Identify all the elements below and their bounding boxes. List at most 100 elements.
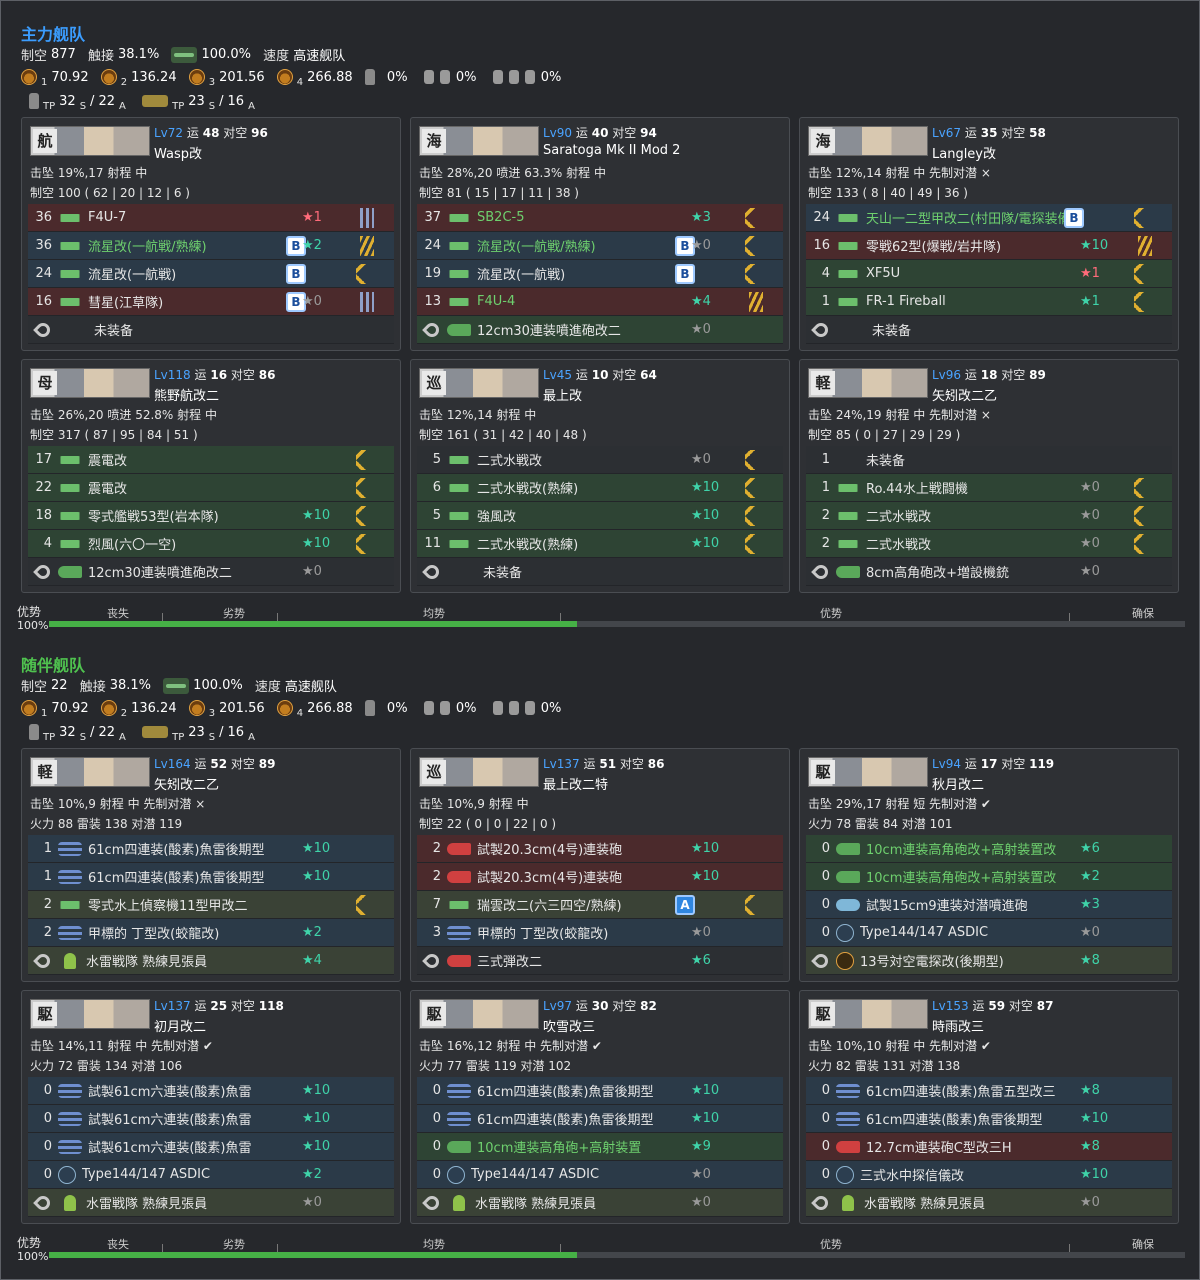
equipment-slot[interactable]: 0 試製15cm9連装対潜噴進砲 ★3 (806, 891, 1172, 919)
equipment-name: 甲標的 丁型改(蛟龍改) (477, 927, 609, 942)
ship-card[interactable]: 母 Lv118 运 16 对空 86 熊野航改二 击坠 26%,20 喷进 52.8%… (21, 359, 401, 593)
proficiency-icon (1134, 477, 1152, 498)
equipment-slot[interactable]: 0 61cm四連装(酸素)魚雷後期型 ★10 (417, 1105, 783, 1133)
equipment-slot[interactable]: 1 61cm四連装(酸素)魚雷後期型 ★10 (28, 863, 394, 891)
ship-name[interactable]: 最上改 (543, 385, 582, 404)
slot-count: 19 (424, 266, 441, 281)
equipment-slot[interactable]: 水雷戦隊 熟練見張員 ★0 (806, 1189, 1172, 1217)
equipment-slot[interactable]: 1 FR-1 Fireball ★1 (806, 288, 1172, 316)
equipment-slot[interactable]: 0 三式水中探信儀改 ★10 (806, 1161, 1172, 1189)
equipment-slot[interactable]: 18 零式艦戦53型(岩本隊) ★10 (28, 502, 394, 530)
equipment-slot[interactable]: 0 10cm連装高角砲+高射装置 ★9 (417, 1133, 783, 1161)
equipment-slot[interactable]: 1 61cm四連装(酸素)魚雷後期型 ★10 (28, 835, 394, 863)
equipment-name: 試製20.3cm(4号)連装砲 (477, 843, 623, 858)
ship-card[interactable]: 巡 Lv137 运 51 对空 86 最上改二特 击坠 10%,9 射程 中制空 22… (410, 748, 790, 982)
equipment-slot[interactable]: 13号対空電探改(後期型) ★8 (806, 947, 1172, 975)
equipment-slot[interactable]: 5 強風改 ★10 (417, 502, 783, 530)
equipment-slot[interactable]: 0 試製61cm六連装(酸素)魚雷 ★10 (28, 1105, 394, 1133)
equipment-slot[interactable]: 0 61cm四連装(酸素)魚雷後期型 ★10 (417, 1077, 783, 1105)
wrench-icon (811, 1192, 831, 1213)
ship-card[interactable]: 航 Lv72 运 48 对空 96 Wasp改 击坠 19%,17 射程 中制空 10… (21, 117, 401, 351)
equipment-slot[interactable]: 19 流星改(一航戦) B (417, 260, 783, 288)
improvement-star-icon: ★0 (302, 564, 322, 579)
equipment-slot[interactable]: 0 試製61cm六連装(酸素)魚雷 ★10 (28, 1133, 394, 1161)
ship-name[interactable]: 時雨改三 (932, 1016, 984, 1035)
equipment-slot[interactable]: 2 二式水戦改 ★0 (806, 530, 1172, 558)
equipment-slot[interactable]: 2 零式水上偵察機11型甲改二 (28, 891, 394, 919)
equipment-slot[interactable]: 0 10cm連装高角砲改+高射装置改 ★6 (806, 835, 1172, 863)
equipment-slot[interactable]: 2 試製20.3cm(4号)連装砲 ★10 (417, 863, 783, 891)
equipment-slot[interactable]: 8cm高角砲改+増設機銃 ★0 (806, 558, 1172, 586)
equipment-slot[interactable]: 水雷戦隊 熟練見張員 ★0 (417, 1189, 783, 1217)
ship-card[interactable]: 駆 Lv97 运 30 对空 82 吹雪改三 击坠 16%,12 射程 中 先制对潜 … (410, 990, 790, 1224)
equipment-slot[interactable]: 11 二式水戦改(熟練) ★10 (417, 530, 783, 558)
ship-card[interactable]: 巡 Lv45 运 10 对空 64 最上改 击坠 12%,14 射程 中制空 161 … (410, 359, 790, 593)
ship-name[interactable]: 矢矧改二乙 (154, 774, 219, 793)
drum-icon (439, 70, 450, 84)
equipment-slot[interactable]: 5 二式水戦改 ★0 (417, 446, 783, 474)
equipment-slot[interactable]: 1 Ro.44水上戦闘機 ★0 (806, 474, 1172, 502)
equipment-slot[interactable]: 0 61cm四連装(酸素)魚雷後期型 ★10 (806, 1105, 1172, 1133)
ship-name[interactable]: 熊野航改二 (154, 385, 219, 404)
equipment-slot[interactable]: 2 試製20.3cm(4号)連装砲 ★10 (417, 835, 783, 863)
equipment-slot[interactable]: 24 流星改(一航戦/熟練) B ★0 (417, 232, 783, 260)
equipment-slot[interactable]: 17 震電改 (28, 446, 394, 474)
equipment-slot[interactable]: 0 Type144/147 ASDIC ★0 (806, 919, 1172, 947)
equipment-slot[interactable]: 37 SB2C-5 ★3 (417, 204, 783, 232)
wrench-icon (811, 561, 831, 582)
equipment-slot[interactable]: 2 二式水戦改 ★0 (806, 502, 1172, 530)
equipment-slot[interactable]: 0 Type144/147 ASDIC ★0 (417, 1161, 783, 1189)
equipment-slot[interactable]: 0 61cm四連装(酸素)魚雷五型改三 ★8 (806, 1077, 1172, 1105)
equipment-slot[interactable]: 7 瑞雲改二(六三四空/熟練) A (417, 891, 783, 919)
ship-name[interactable]: 矢矧改二乙 (932, 385, 997, 404)
equipment-slot[interactable]: 12cm30連装噴進砲改二 ★0 (417, 316, 783, 344)
equipment-slot[interactable]: 0 10cm連装高角砲改+高射装置改 ★2 (806, 863, 1172, 891)
equipment-slot[interactable]: 1 未装备 (806, 446, 1172, 474)
improvement-star-icon: ★0 (1080, 508, 1100, 523)
ap-value: 201.56 (219, 69, 265, 85)
ship-name[interactable]: 秋月改二 (932, 774, 984, 793)
ship-name[interactable]: Saratoga Mk II Mod 2 (543, 143, 680, 158)
ship-card[interactable]: 駆 Lv94 运 17 对空 119 秋月改二 击坠 29%,17 射程 短 先制对潜… (799, 748, 1179, 982)
ship-name[interactable]: 初月改二 (154, 1016, 206, 1035)
equipment-slot[interactable]: 22 震電改 (28, 474, 394, 502)
drum-icon (492, 70, 503, 84)
ship-card[interactable]: 海 Lv67 运 35 对空 58 Langley改 击坠 12%,14 射程 中 先… (799, 117, 1179, 351)
equipment-name: 水雷戦隊 熟練見張員 (86, 1197, 208, 1212)
ship-card[interactable]: 軽 Lv164 运 52 对空 89 矢矧改二乙 击坠 10%,9 射程 中 先制对潜… (21, 748, 401, 982)
equipment-slot[interactable]: 24 流星改(一航戦) B (28, 260, 394, 288)
equipment-slot[interactable]: 未装备 (806, 316, 1172, 344)
ship-name[interactable]: Langley改 (932, 143, 996, 162)
equipment-slot[interactable]: 0 試製61cm六連装(酸素)魚雷 ★10 (28, 1077, 394, 1105)
equipment-slot[interactable]: 未装备 (417, 558, 783, 586)
ship-name[interactable]: Wasp改 (154, 143, 202, 162)
equipment-slot[interactable]: 6 二式水戦改(熟練) ★10 (417, 474, 783, 502)
equipment-slot[interactable]: 2 甲標的 丁型改(蛟龍改) ★2 (28, 919, 394, 947)
equipment-slot[interactable]: 3 甲標的 丁型改(蛟龍改) ★0 (417, 919, 783, 947)
tank-icon (142, 726, 169, 738)
equipment-slot[interactable]: 36 流星改(一航戦/熟練) B ★2 (28, 232, 394, 260)
equipment-slot[interactable]: 16 彗星(江草隊) B ★0 (28, 288, 394, 316)
equipment-slot[interactable]: 0 Type144/147 ASDIC ★2 (28, 1161, 394, 1189)
ship-name[interactable]: 吹雪改三 (543, 1016, 595, 1035)
equipment-slot[interactable]: 水雷戦隊 熟練見張員 ★0 (28, 1189, 394, 1217)
equipment-slot[interactable]: 36 F4U-7 ★1 (28, 204, 394, 232)
wrench-icon (811, 319, 831, 340)
equipment-slot[interactable]: 4 XF5U ★1 (806, 260, 1172, 288)
ship-card[interactable]: 軽 Lv96 运 18 对空 89 矢矧改二乙 击坠 24%,19 射程 中 先制对潜… (799, 359, 1179, 593)
equipment-slot[interactable]: 16 零戦62型(爆戦/岩井隊) ★10 (806, 232, 1172, 260)
ship-card[interactable]: 駆 Lv153 运 59 对空 87 時雨改三 击坠 10%,10 射程 中 先制对潜… (799, 990, 1179, 1224)
equipment-slot[interactable]: 4 烈風(六〇一空) ★10 (28, 530, 394, 558)
equipment-slot[interactable]: 三式弾改二 ★6 (417, 947, 783, 975)
ship-type-badge: 駆 (422, 1002, 446, 1026)
equipment-slot[interactable]: 13 F4U-4 ★4 (417, 288, 783, 316)
ship-card[interactable]: 駆 Lv137 运 25 对空 118 初月改二 击坠 14%,11 射程 中 先制对… (21, 990, 401, 1224)
equipment-slot[interactable]: 12cm30連装噴進砲改二 ★0 (28, 558, 394, 586)
ship-card[interactable]: 海 Lv90 运 40 对空 94 Saratoga Mk II Mod 2 击坠 2… (410, 117, 790, 351)
equipment-slot[interactable]: 水雷戦隊 熟練見張員 ★4 (28, 947, 394, 975)
equipment-slot[interactable]: 24 天山一二型甲改二(村田隊/電探装備) B (806, 204, 1172, 232)
drum-value: 0% (540, 700, 562, 716)
equipment-slot[interactable]: 未装备 (28, 316, 394, 344)
equipment-slot[interactable]: 0 12.7cm連装砲C型改三H ★8 (806, 1133, 1172, 1161)
ship-name[interactable]: 最上改二特 (543, 774, 608, 793)
